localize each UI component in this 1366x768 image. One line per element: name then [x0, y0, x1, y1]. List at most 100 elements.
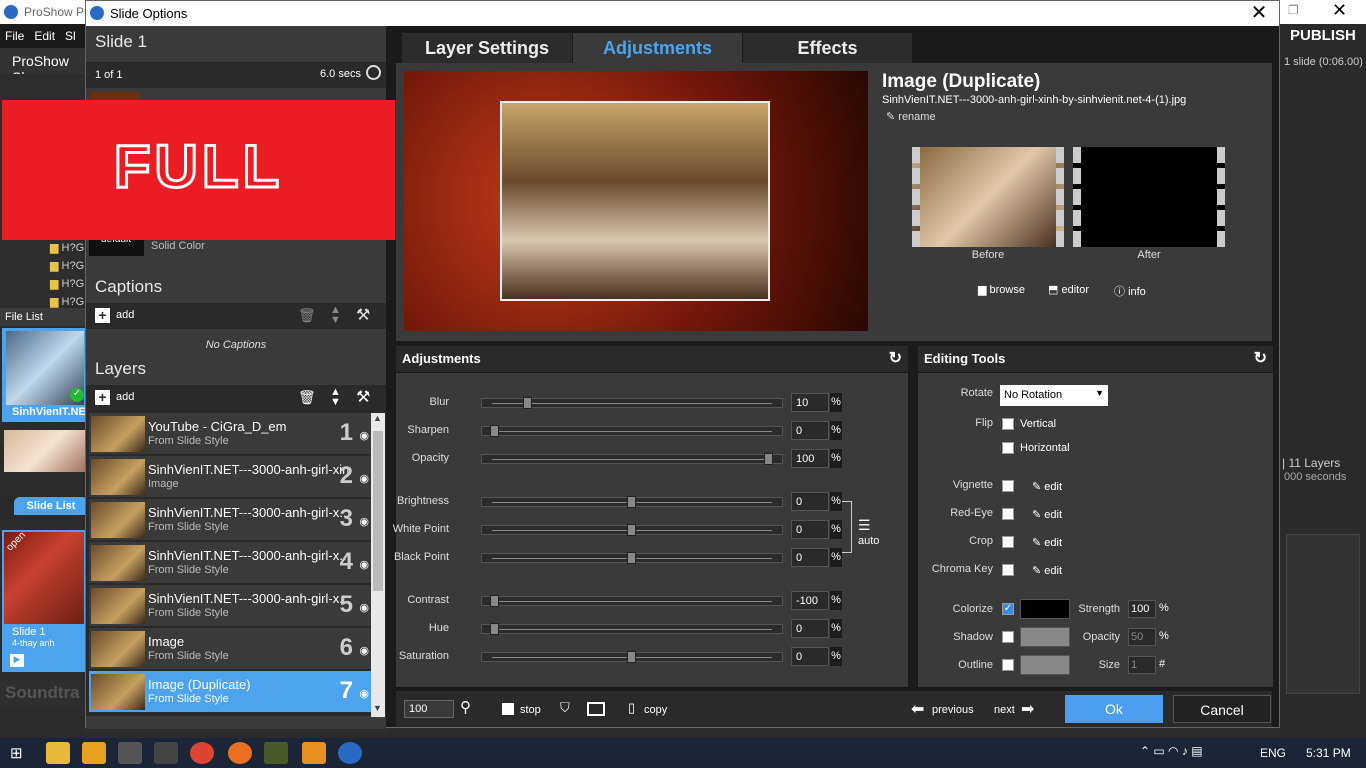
slider-knob[interactable]	[627, 496, 636, 508]
opacity-input[interactable]: 50	[1128, 628, 1156, 646]
crop-edit[interactable]: ✎ edit	[1032, 536, 1062, 549]
folder-item[interactable]: ▆ H?G	[50, 257, 84, 275]
menu-edit[interactable]: Edit	[34, 29, 55, 43]
add-layer-icon[interactable]: +	[95, 390, 110, 405]
reset-icon[interactable]: ↻	[889, 346, 902, 372]
slider-value-input[interactable]: 100	[791, 449, 829, 468]
slider-track[interactable]	[481, 425, 783, 437]
scroll-thumb[interactable]	[373, 431, 383, 591]
next-arrow-icon[interactable]: ➡	[1021, 699, 1034, 719]
layer-item[interactable]: Image (Duplicate) From Slide Style 7 ◉	[89, 671, 371, 713]
zoom-input[interactable]: 100	[404, 700, 454, 718]
proshow-taskbar-icon[interactable]	[338, 742, 362, 764]
eye-icon[interactable]: ◉	[359, 472, 369, 485]
stop-icon[interactable]	[502, 703, 514, 715]
shadow-swatch[interactable]	[1020, 627, 1070, 647]
add-caption-button[interactable]: add	[116, 309, 134, 321]
slider-track[interactable]	[481, 453, 783, 465]
slider-value-input[interactable]: 0	[791, 619, 829, 638]
reorder-icon[interactable]: ▲ ▼	[330, 387, 341, 408]
slider-knob[interactable]	[627, 524, 636, 536]
layer-item[interactable]: YouTube - CiGra_D_em From Slide Style 1 ◉	[89, 413, 371, 455]
slider-value-input[interactable]: 0	[791, 421, 829, 440]
preview-image[interactable]	[500, 101, 770, 301]
play-icon[interactable]: ▶	[10, 654, 24, 667]
slider-knob[interactable]	[490, 595, 499, 607]
windows-start-icon[interactable]: ⊞	[10, 744, 23, 762]
reset-icon[interactable]: ↻	[1254, 346, 1267, 372]
slider-track[interactable]	[481, 397, 783, 409]
colorize-swatch[interactable]	[1020, 599, 1070, 619]
layer-item[interactable]: SinhVienIT.NET---3000-anh-girl-xinh-byIm…	[89, 456, 371, 498]
size-input[interactable]: 1	[1128, 656, 1156, 674]
slider-knob[interactable]	[490, 623, 499, 635]
eye-icon[interactable]: ◉	[359, 601, 369, 614]
outline-checkbox[interactable]	[1002, 659, 1014, 671]
file-explorer-icon[interactable]	[46, 742, 70, 764]
eye-icon[interactable]: ◉	[359, 429, 369, 442]
slide-list-tab[interactable]: Slide List	[14, 497, 88, 515]
slider-knob[interactable]	[490, 425, 499, 437]
info-button[interactable]: ⓘ info	[1114, 283, 1146, 299]
layer-item[interactable]: SinhVienIT.NET---3000-anh-girl-x... From …	[89, 585, 371, 627]
cancel-button[interactable]: Cancel	[1173, 695, 1271, 723]
file-thumb-selected[interactable]: ✓ SinhVienIT.NE	[2, 328, 88, 422]
folder-item[interactable]: ▆ H?G	[50, 275, 84, 293]
slider-value-input[interactable]: 0	[791, 520, 829, 539]
eye-icon[interactable]: ◉	[359, 515, 369, 528]
restore-icon[interactable]: ❐	[1288, 3, 1299, 17]
menu-slide[interactable]: Sl	[65, 29, 76, 43]
after-thumb[interactable]	[1073, 147, 1225, 247]
tools-icon[interactable]: ⚒	[356, 305, 370, 325]
before-thumb[interactable]	[912, 147, 1064, 247]
add-layer-button[interactable]: add	[116, 391, 134, 403]
eye-icon[interactable]: ◉	[359, 558, 369, 571]
ok-button[interactable]: Ok	[1065, 695, 1163, 723]
slide-thumb[interactable]: open Slide 1 4-thay anh ▶	[2, 530, 86, 672]
slider-knob[interactable]	[627, 651, 636, 663]
bg-close-icon[interactable]: ✕	[1332, 0, 1347, 21]
add-caption-icon[interactable]: +	[95, 308, 110, 323]
app-icon[interactable]	[154, 742, 178, 764]
media-player-icon[interactable]	[82, 742, 106, 764]
redeye-edit[interactable]: ✎ edit	[1032, 508, 1062, 521]
chroma-edit[interactable]: ✎ edit	[1032, 564, 1062, 577]
previous-arrow-icon[interactable]: ⬅	[911, 699, 924, 719]
chroma-checkbox[interactable]	[1002, 564, 1014, 576]
trash-icon[interactable]: 🗑	[298, 389, 316, 406]
file-thumb[interactable]	[4, 430, 86, 472]
folder-item[interactable]: ▆ H?G	[50, 239, 84, 257]
vignette-checkbox[interactable]	[1002, 480, 1014, 492]
copy-button[interactable]: copy	[644, 704, 667, 716]
tools-icon[interactable]: ⚒	[356, 387, 370, 407]
redeye-checkbox[interactable]	[1002, 508, 1014, 520]
slider-knob[interactable]	[627, 552, 636, 564]
rename-link[interactable]: ✎ rename	[886, 110, 936, 123]
shadow-checkbox[interactable]	[1002, 631, 1014, 643]
layer-scrollbar[interactable]: ▲ ▼	[371, 413, 385, 717]
slider-track[interactable]	[481, 595, 783, 607]
next-button[interactable]: next	[994, 704, 1015, 716]
previous-button[interactable]: previous	[932, 704, 974, 716]
clipboard-icon[interactable]: ▯	[628, 700, 635, 716]
reorder-icon[interactable]: ▲ ▼	[330, 305, 341, 326]
clock[interactable]: 5:31 PM	[1306, 746, 1351, 760]
zoom-search-icon[interactable]: ⚲	[460, 698, 471, 716]
publish-button[interactable]: PUBLISH	[1290, 27, 1356, 44]
tray-icons[interactable]: ⌃ ▭ ◠ ♪ ▤	[1140, 744, 1203, 758]
slider-knob[interactable]	[522, 397, 532, 409]
slider-knob[interactable]	[764, 453, 773, 465]
flip-vertical-checkbox[interactable]	[1002, 418, 1014, 430]
slider-value-input[interactable]: 10	[791, 393, 829, 412]
stop-button[interactable]: stop	[520, 704, 541, 716]
language-indicator[interactable]: ENG	[1260, 746, 1286, 760]
tab-layer-settings[interactable]: Layer Settings	[402, 33, 572, 63]
slider-track[interactable]	[481, 552, 783, 564]
scroll-up-icon[interactable]: ▲	[373, 413, 382, 423]
colorize-checkbox[interactable]: ✓	[1002, 603, 1014, 615]
trash-icon[interactable]: 🗑	[298, 307, 316, 324]
paint-icon[interactable]	[118, 742, 142, 764]
crop-checkbox[interactable]	[1002, 536, 1014, 548]
shield-icon[interactable]: ⛉	[560, 700, 570, 716]
browse-button[interactable]: ▆ browse	[978, 283, 1025, 296]
